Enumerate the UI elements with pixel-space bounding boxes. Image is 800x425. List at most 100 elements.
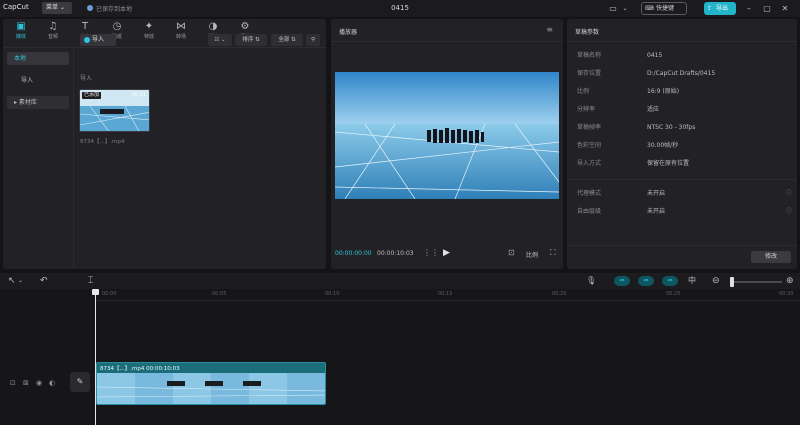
property-row: 自由层级 未开启 ⓘ: [577, 205, 792, 219]
track-hide-icon[interactable]: ⊡: [10, 379, 16, 387]
save-status: 已保存到本地: [96, 6, 133, 13]
filter-all-button[interactable]: 全部 ⇅: [271, 34, 303, 46]
property-row: 比例 16:9 (原始): [577, 85, 792, 99]
property-value: 16:9 (原始): [647, 88, 680, 95]
thumbnail-filename: 8734【...】.mp4: [80, 139, 125, 145]
tick-label: 00:25: [666, 291, 681, 297]
media-thumbnail[interactable]: 已添加 00:11: [79, 89, 150, 132]
property-key: 自由层级: [577, 208, 602, 215]
tick-label: 00:10: [325, 291, 340, 297]
transition-icon: ⋈: [176, 21, 186, 32]
tab-transition[interactable]: ⋈ 转场: [166, 21, 196, 43]
layout-dropdown-icon[interactable]: ⌄: [618, 2, 632, 15]
center-icon[interactable]: 中: [688, 275, 696, 287]
filter-icon: ◑: [208, 21, 218, 32]
frame-step-icon[interactable]: ⋮⋮: [423, 248, 439, 257]
tab-label: 音频: [47, 34, 58, 40]
ratio-button[interactable]: 比例: [526, 250, 538, 259]
tab-label: 转场: [175, 34, 186, 40]
main-menu-button[interactable]: 菜单 ⌄: [42, 2, 72, 14]
search-icon[interactable]: ⚲: [306, 34, 320, 46]
track-audio-icon[interactable]: ◐: [49, 379, 55, 387]
shortcut-label: 快捷键: [656, 5, 675, 12]
property-value: 未开启: [647, 190, 666, 197]
property-key: 保存位置: [577, 70, 602, 77]
draft-properties-panel: 草稿参数 草稿名称 0415 保存位置 D:/CapCut Drafts/0415 …: [567, 19, 797, 269]
zoom-in-icon[interactable]: ⊕: [786, 275, 794, 287]
property-row: 保存位置 D:/CapCut Drafts/0415: [577, 67, 792, 81]
property-key: 色彩空间: [577, 142, 602, 149]
tab-audio[interactable]: ♫ 音频: [38, 21, 68, 43]
tab-effects[interactable]: ✦ 特效: [134, 21, 164, 43]
property-row: 色彩空间 30.00帧/秒: [577, 139, 792, 153]
zoom-slider-track[interactable]: [730, 281, 782, 283]
play-button[interactable]: ▶: [443, 248, 450, 258]
video-clip[interactable]: 8734【...】.mp4 00:00:10:03: [96, 362, 326, 405]
select-dropdown-icon[interactable]: ⌄: [18, 275, 23, 287]
title-bar: CapCut 菜单 ⌄ 已保存到本地 0415 ▭ ⌄ ⌨ 快捷键 ⇪ 导出 –…: [0, 0, 800, 17]
player-panel: 播放器 ≡ 00:00:00:00 00:00:10:03 ⋮⋮ ▶ ⊡ 比例 …: [331, 19, 563, 269]
property-key: 草稿帧率: [577, 124, 602, 131]
player-divider: [331, 41, 563, 42]
added-badge: 已添加: [82, 92, 102, 99]
undo-icon[interactable]: ↶: [40, 275, 48, 287]
microphone-icon[interactable]: 🎙: [586, 275, 596, 287]
property-key: 分辨率: [577, 106, 596, 113]
timeline: 00:00 00:05 00:10 00:15 00:20 00:25 00:3…: [0, 289, 800, 425]
media-sidebar: 本地 导入 ▸ 素材库: [7, 50, 69, 260]
track-lock-icon[interactable]: ⊠: [23, 379, 29, 387]
view-toggle-button[interactable]: ☷ ⌄: [208, 34, 232, 46]
track-visible-icon[interactable]: ◉: [36, 379, 42, 387]
property-value: 30.00帧/秒: [647, 142, 679, 149]
fullscreen-icon[interactable]: ⛶: [550, 248, 556, 258]
adjust-icon: ⚙: [240, 21, 250, 32]
clip-frames: [97, 381, 325, 398]
sidebar-item-library[interactable]: ▸ 素材库: [7, 96, 69, 109]
text-icon: T: [81, 21, 89, 32]
info-icon[interactable]: ⓘ: [786, 187, 792, 201]
split-icon[interactable]: ⌶: [88, 275, 93, 287]
modify-button[interactable]: 修改: [751, 251, 791, 263]
project-name: 0415: [391, 4, 409, 12]
app-logo: CapCut: [3, 3, 29, 11]
import-icon: [84, 37, 90, 43]
media-icon: ▣: [16, 21, 26, 32]
tab-divider: [3, 47, 326, 48]
link-clips-toggle[interactable]: ⇔: [614, 276, 630, 286]
info-icon[interactable]: ⓘ: [786, 205, 792, 219]
export-button[interactable]: ⇪ 导出: [704, 2, 736, 15]
snapshot-icon[interactable]: ⊡: [508, 248, 515, 257]
magnet-toggle[interactable]: ⇔: [638, 276, 654, 286]
player-title: 播放器: [339, 29, 358, 36]
property-value: NTSC 30 - 30fps: [647, 124, 696, 131]
shortcut-button[interactable]: ⌨ 快捷键: [641, 2, 687, 15]
sidebar-divider: [73, 48, 74, 269]
video-preview[interactable]: [335, 72, 559, 199]
maximize-icon[interactable]: ▢: [760, 2, 774, 15]
close-icon[interactable]: ✕: [778, 2, 792, 15]
sticker-icon: ◷: [112, 21, 122, 32]
zoom-out-icon[interactable]: ⊖: [712, 275, 720, 287]
minimize-icon[interactable]: –: [742, 2, 756, 15]
property-value: 0415: [647, 52, 663, 59]
keyboard-icon: ⌨: [645, 5, 654, 12]
clip-label: 8734【...】.mp4 00:00:10:03: [100, 366, 180, 372]
cover-button[interactable]: ✎: [70, 372, 90, 392]
property-value: 保留在原有位置: [647, 160, 690, 167]
menu-label: 菜单: [46, 4, 59, 11]
tab-media[interactable]: ▣ 媒体: [6, 21, 36, 43]
property-key: 草稿名称: [577, 52, 602, 59]
sidebar-item-import[interactable]: 导入: [7, 74, 69, 87]
sidebar-item-local[interactable]: 本地: [7, 52, 69, 65]
preview-axis-toggle[interactable]: ⇔: [662, 276, 678, 286]
player-menu-icon[interactable]: ≡: [546, 25, 553, 34]
playhead[interactable]: [95, 289, 96, 425]
property-value: 未开启: [647, 208, 666, 215]
time-ruler[interactable]: 00:00 00:05 00:10 00:15 00:20 00:25 00:3…: [96, 289, 800, 301]
tick-label: 00:20: [552, 291, 567, 297]
sort-button[interactable]: 排序 ⇅: [235, 34, 267, 46]
select-tool-icon[interactable]: ↖: [8, 275, 16, 287]
zoom-slider-handle[interactable]: [730, 277, 734, 287]
property-key: 代理模式: [577, 190, 602, 197]
property-value: D:/CapCut Drafts/0415: [647, 70, 716, 77]
